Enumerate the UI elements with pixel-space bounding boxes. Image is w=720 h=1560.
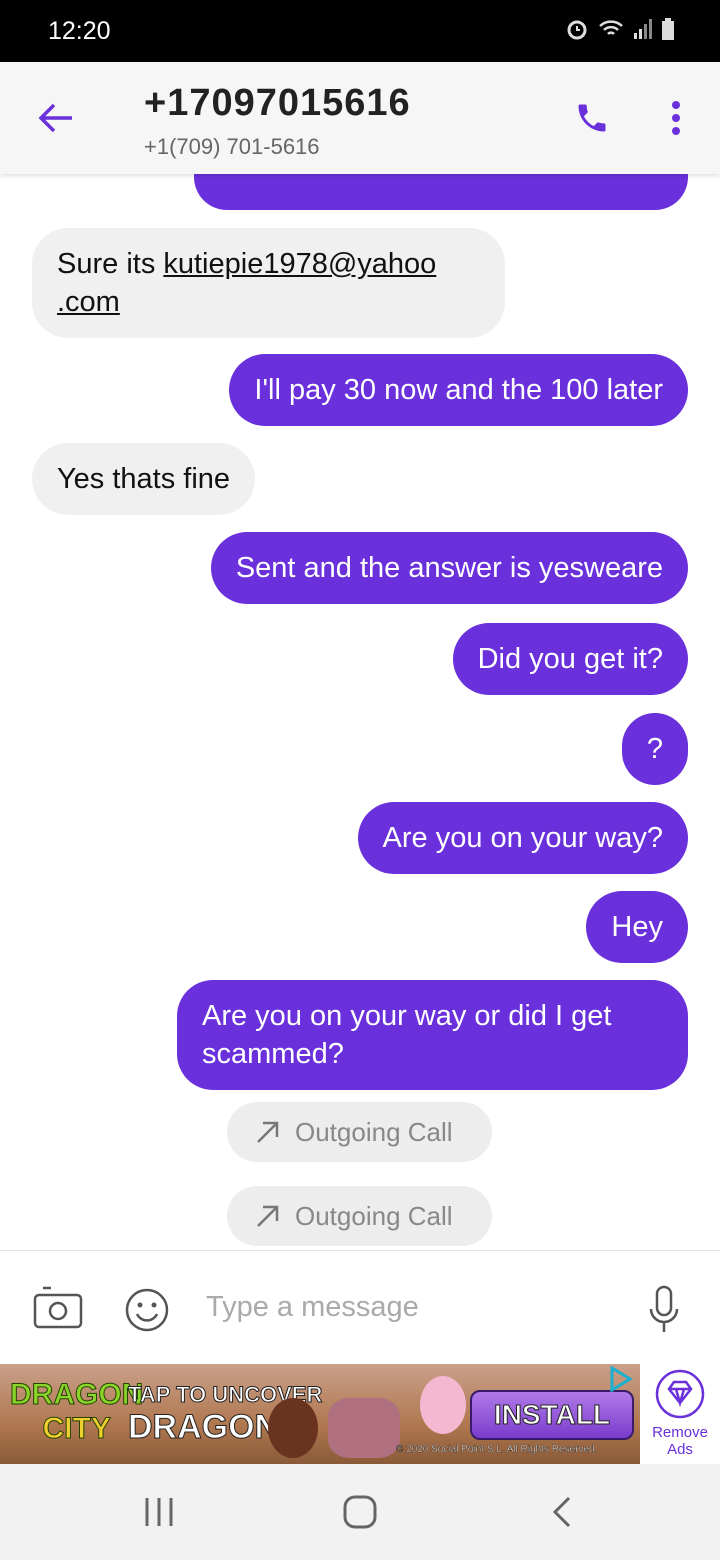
message-bubble-incoming[interactable]: Yes thats fine (32, 443, 256, 515)
home-icon[interactable] (342, 1494, 378, 1530)
clock: 12:20 (48, 17, 111, 45)
diamond-icon (655, 1369, 705, 1419)
email-link-continued[interactable]: .com (57, 286, 120, 318)
contact-subtitle: +1(709) 701-5616 (144, 134, 320, 159)
outgoing-call-entry[interactable]: Outgoing Call (227, 1186, 492, 1246)
back-arrow-icon[interactable] (38, 102, 74, 134)
phone-icon[interactable] (574, 100, 610, 136)
ad-logo: DRAGON CITY (9, 1378, 144, 1446)
camera-icon[interactable] (33, 1285, 83, 1329)
composer: Type a message (0, 1250, 720, 1364)
message-bubble-outgoing[interactable]: Sent and the answer is yesweare (210, 532, 688, 604)
microphone-icon[interactable] (648, 1285, 680, 1335)
back-icon[interactable] (550, 1496, 574, 1528)
ad-cake-image (328, 1398, 400, 1458)
signal-icon (634, 19, 652, 39)
message-list[interactable]: email Sure its kutiepie1978@yahoo.com I'… (0, 174, 720, 1250)
outgoing-call-arrow-icon (257, 1121, 279, 1143)
status-bar: 12:20 (0, 0, 720, 62)
message-bubble-outgoing[interactable]: Hey (586, 891, 688, 963)
message-bubble-incoming[interactable]: Sure its kutiepie1978@yahoo .com (32, 228, 505, 338)
system-nav-bar (0, 1464, 720, 1560)
message-bubble-outgoing[interactable]: Did you get it? (452, 623, 688, 695)
ad-cotton-candy-image (420, 1376, 466, 1434)
contact-title: +17097015616 (144, 82, 411, 124)
email-link[interactable]: kutiepie1978@yahoo (163, 248, 436, 280)
battery-icon (662, 18, 674, 40)
outgoing-call-entry[interactable]: Outgoing Call (227, 1102, 492, 1162)
ad-football-image (268, 1398, 318, 1458)
ad-banner[interactable]: DRAGON CITY TAP TO UNCOVER DRAGONS INSTAL… (0, 1364, 640, 1464)
message-bubble-outgoing[interactable]: Are you on your way or did I get scammed… (177, 980, 688, 1090)
conversation-header: +17097015616 +1(709) 701-5616 (0, 62, 720, 174)
message-input[interactable]: Type a message (206, 1291, 419, 1324)
ad-copyright: © 2020 Social Point S.L. All Rights Rese… (396, 1444, 598, 1455)
recent-apps-icon[interactable] (142, 1496, 176, 1528)
remove-ads-button[interactable]: Remove Ads (640, 1364, 720, 1464)
message-bubble-outgoing[interactable]: I'll pay 30 now and the 100 later (229, 354, 688, 426)
more-options-icon[interactable] (664, 100, 688, 136)
emoji-icon[interactable] (124, 1287, 170, 1333)
wifi-icon (599, 20, 623, 35)
adchoices-icon[interactable] (608, 1366, 638, 1392)
message-bubble-outgoing[interactable]: Are you on your way? (357, 802, 688, 874)
outgoing-call-arrow-icon (257, 1205, 279, 1227)
ad-install-button[interactable]: INSTALL (470, 1390, 634, 1440)
message-bubble-outgoing[interactable]: ? (621, 713, 688, 785)
alarm-icon (567, 20, 587, 40)
message-bubble-outgoing[interactable]: email (194, 174, 688, 210)
